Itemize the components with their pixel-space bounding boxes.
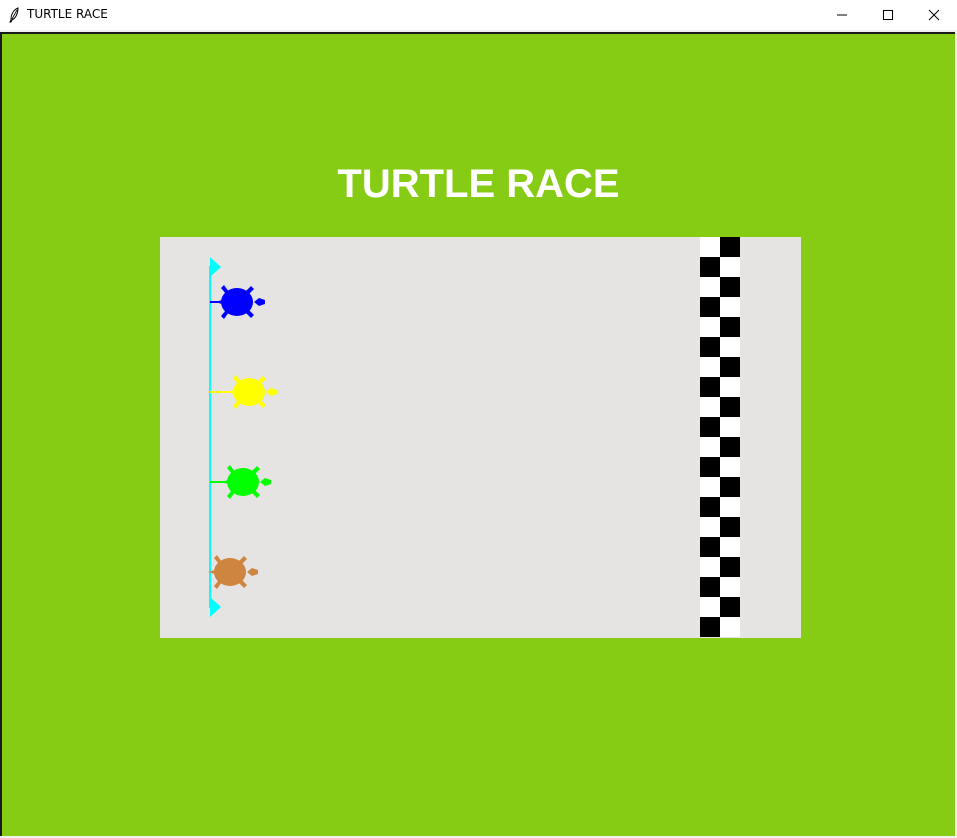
race-track [160,237,801,638]
minimize-button[interactable] [819,0,865,30]
maximize-button[interactable] [865,0,911,30]
feather-icon [9,7,19,23]
close-icon [928,9,940,21]
window-title: TURTLE RACE [27,7,108,21]
game-title: TURTLE RACE [337,162,620,206]
close-button[interactable] [911,0,957,30]
window-titlebar: TURTLE RACE [0,0,957,30]
minimize-icon [837,14,847,16]
maximize-icon [883,10,893,20]
